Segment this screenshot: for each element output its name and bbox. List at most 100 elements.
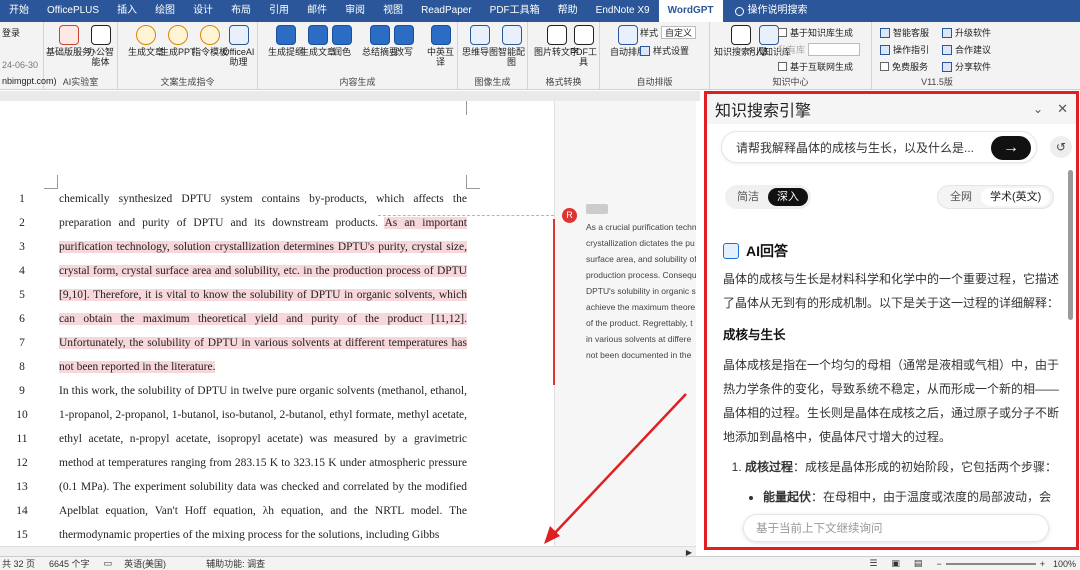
web-layout-icon[interactable]: ▤ xyxy=(914,558,923,569)
zoom-out-icon[interactable]: − xyxy=(936,559,941,569)
query-input[interactable]: 请帮我解释晶体的成核与生长，以及什么是... → xyxy=(721,131,1037,163)
translate-icon xyxy=(430,25,451,45)
kb-gen-option[interactable]: 基于知识库生成 xyxy=(778,26,853,39)
mind-map-button[interactable]: 思维导图 xyxy=(462,25,498,57)
cooperation-link[interactable]: 合作建议 xyxy=(942,43,991,56)
line-text[interactable]: preparation and purity of DPTU and its d… xyxy=(59,217,467,229)
private-library-select[interactable]: 私有库 xyxy=(778,43,861,56)
tell-me-label: 操作说明搜索 xyxy=(747,5,808,16)
document-canvas[interactable]: 1 chemically synthesized DPTU system cont… xyxy=(0,101,696,546)
line-text[interactable]: method at temperatures ranging from 283.… xyxy=(59,457,467,469)
translate-button[interactable]: 中英互译 xyxy=(424,25,457,67)
tab-endnote[interactable]: EndNote X9 xyxy=(587,0,659,22)
terminal-icon xyxy=(723,243,739,259)
generate-text-button[interactable]: 生成文章 xyxy=(300,25,336,57)
comment-body[interactable]: As a crucial purification techn crystalli… xyxy=(586,219,696,363)
office-agent-button[interactable]: 办公智能体 xyxy=(84,25,117,67)
style-settings-button[interactable]: 样式设置 xyxy=(640,44,689,57)
guide-link[interactable]: 操作指引 xyxy=(880,43,929,56)
horizontal-ruler[interactable] xyxy=(0,91,700,101)
summarize-button[interactable]: 总结摘要 xyxy=(362,25,398,57)
line-text[interactable]: chemically synthesized DPTU system conta… xyxy=(59,193,467,205)
internet-gen-option[interactable]: 基于互联网生成 xyxy=(778,60,853,73)
ai-lab-group: 基础版服务 办公智能体 AI实验室 xyxy=(44,22,118,90)
tab-draw[interactable]: 绘图 xyxy=(146,0,184,22)
tab-help[interactable]: 帮助 xyxy=(549,0,587,22)
follow-up-input[interactable]: 基于当前上下文继续询问 xyxy=(743,514,1049,542)
panel-scrollbar[interactable] xyxy=(1068,170,1073,320)
line-text[interactable]: In this work, the solubility of DPTU in … xyxy=(59,385,467,397)
mode-deep[interactable]: 深入 xyxy=(768,188,808,206)
officeai-assistant-button[interactable]: OfficeAI助理 xyxy=(220,25,257,67)
line-text[interactable]: [9,10]. Therefore, it is vital to know t… xyxy=(59,289,467,301)
line-text[interactable]: ethyl acetate, n-propyl acetate, isoprop… xyxy=(59,433,467,445)
word-window: 开始 OfficePLUS 插入 绘图 设计 布局 引用 邮件 审阅 视图 Re… xyxy=(0,0,1080,570)
tab-mailings[interactable]: 邮件 xyxy=(298,0,336,22)
tab-wordgpt[interactable]: WordGPT xyxy=(658,0,723,22)
smart-service-link[interactable]: 智能客服 xyxy=(880,26,929,39)
tab-home[interactable]: 开始 xyxy=(0,0,38,22)
line-text[interactable]: Apelblat equation, Van't Hoff equation, … xyxy=(59,505,467,517)
tab-pdf-toolbox[interactable]: PDF工具箱 xyxy=(481,0,549,22)
line-text[interactable]: 1-propanol, 2-propanol, 1-butanol, iso-b… xyxy=(59,409,467,421)
focus-icon[interactable]: ☰ xyxy=(869,558,877,569)
tab-references[interactable]: 引用 xyxy=(260,0,298,22)
line-number: 6 xyxy=(19,313,25,325)
page-count[interactable]: 共 32 页 xyxy=(2,557,35,570)
zoom-slider[interactable] xyxy=(945,562,1036,565)
highlighted-text: can obtain the maximum theoretical yield… xyxy=(59,313,467,325)
rewrite-button[interactable]: 改写 xyxy=(394,25,414,57)
document-line: 10 1-propanol, 2-propanol, 1-butanol, iso… xyxy=(0,403,467,427)
line-text[interactable]: can obtain the maximum theoretical yield… xyxy=(59,313,467,325)
print-layout-icon[interactable]: ▣ xyxy=(891,558,900,569)
document-line: 14 Apelblat equation, Van't Hoff equation… xyxy=(0,499,467,523)
chevron-down-icon[interactable]: ⌄ xyxy=(1033,102,1043,116)
generate-outline-button[interactable]: 生成提纲 xyxy=(268,25,304,57)
line-number: 7 xyxy=(19,337,25,349)
language[interactable]: 英语(美国) xyxy=(124,557,166,570)
free-service-option[interactable]: 免费服务 xyxy=(880,60,928,73)
tab-layout[interactable]: 布局 xyxy=(222,0,260,22)
tab-design[interactable]: 设计 xyxy=(184,0,222,22)
line-text[interactable]: Unfortunately, the solubility of DPTU in… xyxy=(59,337,467,349)
tell-me-search[interactable]: 操作说明搜索 xyxy=(723,0,817,22)
generate-ppt-button[interactable]: 生成PPT xyxy=(160,25,196,57)
generate-article-button[interactable]: 生成文章 xyxy=(128,25,164,57)
zoom-in-icon[interactable]: + xyxy=(1040,559,1045,569)
document-line: 5 [9,10]. Therefore, it is vital to know … xyxy=(0,283,467,307)
line-text[interactable]: not been reported in the literature. xyxy=(59,361,467,373)
horizontal-scrollbar[interactable]: ▶ xyxy=(0,546,696,557)
line-text[interactable]: (0.1 MPa). The experiment solubility dat… xyxy=(59,481,467,493)
follow-up-placeholder: 基于当前上下文继续询问 xyxy=(756,523,883,535)
share-link[interactable]: 分享软件 xyxy=(942,60,991,73)
zoom-level[interactable]: 100% xyxy=(1053,559,1076,569)
document-icon xyxy=(308,25,328,45)
upgrade-link[interactable]: 升级软件 xyxy=(942,26,991,39)
line-text[interactable]: purification technology, solution crysta… xyxy=(59,241,467,253)
close-icon[interactable]: ✕ xyxy=(1057,101,1068,117)
polish-button[interactable]: 润色 xyxy=(332,25,352,57)
tab-review[interactable]: 审阅 xyxy=(336,0,374,22)
pdf-tools-button[interactable]: PDF工具 xyxy=(568,25,599,67)
word-count[interactable]: 6645 个字 xyxy=(49,557,90,570)
depth-toggle: 简洁 深入 xyxy=(725,185,811,209)
send-button[interactable]: → xyxy=(991,136,1031,160)
tab-insert[interactable]: 插入 xyxy=(108,0,146,22)
tab-view[interactable]: 视图 xyxy=(374,0,412,22)
line-text[interactable]: crystal form, crystal surface area and s… xyxy=(59,265,467,277)
style-select[interactable]: 自定义 xyxy=(661,26,697,39)
proofing-icon[interactable]: ▭ xyxy=(104,558,113,569)
source-academic[interactable]: 学术(英文) xyxy=(981,188,1051,206)
login-link[interactable]: 登录 xyxy=(2,26,20,39)
line-number: 12 xyxy=(16,457,28,469)
accessibility-status[interactable]: 辅助功能: 调查 xyxy=(206,557,265,570)
source-web[interactable]: 全网 xyxy=(941,188,981,206)
line-text[interactable]: thermodynamic properties of the mixing p… xyxy=(59,529,467,541)
refresh-icon[interactable]: ↺ xyxy=(1050,136,1072,158)
tab-readpaper[interactable]: ReadPaper xyxy=(412,0,481,22)
tab-officeplus[interactable]: OfficePLUS xyxy=(38,0,108,22)
smart-image-button[interactable]: 智能配图 xyxy=(496,25,527,67)
comment-line: achieve the maximum theore xyxy=(586,302,696,312)
format-conv-label: 格式转换 xyxy=(545,77,582,87)
mode-concise[interactable]: 简洁 xyxy=(728,188,768,206)
